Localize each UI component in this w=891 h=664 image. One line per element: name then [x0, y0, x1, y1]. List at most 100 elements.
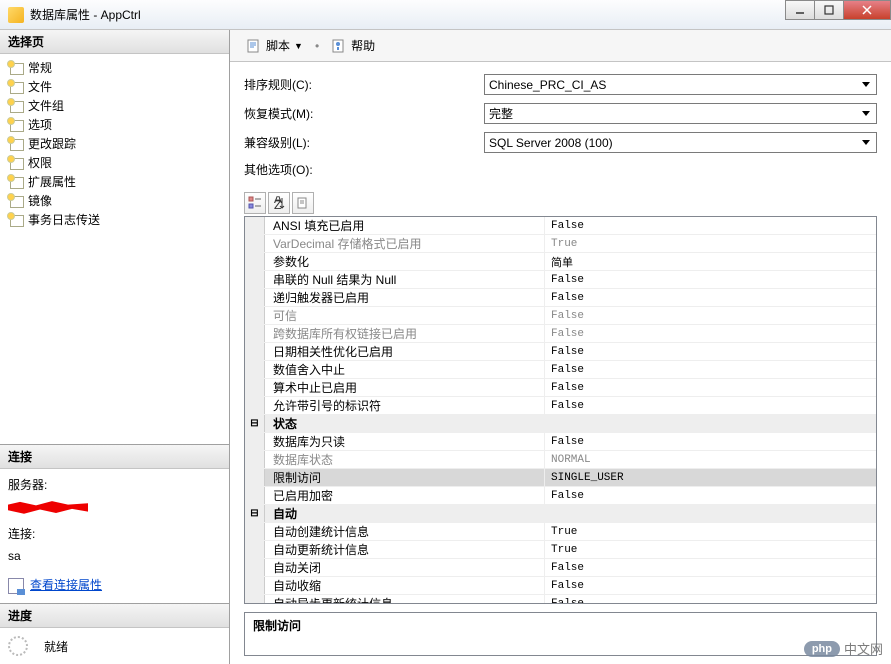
app-icon	[8, 7, 24, 23]
prop-value[interactable]: SINGLE_USER	[545, 469, 876, 486]
grid-row[interactable]: 串联的 Null 结果为 NullFalse	[245, 271, 876, 289]
prop-value[interactable]: False	[545, 289, 876, 306]
grid-category[interactable]: ⊟自动	[245, 505, 876, 523]
maximize-button[interactable]	[814, 0, 844, 20]
nav-item-mirroring[interactable]: 镜像	[0, 191, 229, 210]
categorized-button[interactable]	[244, 192, 266, 214]
prop-value[interactable]: True	[545, 541, 876, 558]
right-panel: 脚本 ▼ • 帮助 排序规则(C): Chinese_PRC_CI_AS 恢复模…	[230, 30, 891, 664]
grid-row[interactable]: 数据库为只读False	[245, 433, 876, 451]
prop-name: 自动	[265, 505, 545, 522]
property-pages-button[interactable]	[292, 192, 314, 214]
grid-row[interactable]: 可信False	[245, 307, 876, 325]
nav-item-logshipping[interactable]: 事务日志传送	[0, 210, 229, 229]
grid-row[interactable]: 日期相关性优化已启用False	[245, 343, 876, 361]
prop-value[interactable]: False	[545, 343, 876, 360]
compat-label: 兼容级别(L):	[244, 134, 484, 151]
prop-value[interactable]: NORMAL	[545, 451, 876, 468]
grid-row[interactable]: 自动关闭False	[245, 559, 876, 577]
compat-select[interactable]: SQL Server 2008 (100)	[484, 132, 877, 153]
nav-item-general[interactable]: 常规	[0, 58, 229, 77]
expand-toggle-icon	[245, 325, 265, 342]
script-button[interactable]: 脚本 ▼	[240, 35, 309, 56]
grid-row[interactable]: ANSI 填充已启用False	[245, 217, 876, 235]
recovery-select[interactable]: 完整	[484, 103, 877, 124]
prop-value[interactable]: False	[545, 325, 876, 342]
prop-value[interactable]: False	[545, 595, 876, 604]
expand-toggle-icon	[245, 577, 265, 594]
prop-value[interactable]: True	[545, 235, 876, 252]
server-label: 服务器:	[8, 475, 221, 497]
properties-icon	[8, 578, 24, 594]
expand-toggle-icon[interactable]: ⊟	[245, 505, 265, 522]
help-button[interactable]: 帮助	[325, 35, 381, 56]
expand-toggle-icon	[245, 469, 265, 486]
collation-label: 排序规则(C):	[244, 76, 484, 93]
prop-value[interactable]: False	[545, 577, 876, 594]
spinner-icon	[8, 636, 28, 656]
nav-item-extendedprops[interactable]: 扩展属性	[0, 172, 229, 191]
prop-name: 递归触发器已启用	[265, 289, 545, 306]
prop-name: 数值舍入中止	[265, 361, 545, 378]
nav-item-options[interactable]: 选项	[0, 115, 229, 134]
window-title: 数据库属性 - AppCtrl	[30, 6, 141, 23]
prop-value[interactable]: 简单	[545, 253, 876, 270]
watermark-badge: php	[804, 641, 840, 657]
grid-row[interactable]: 自动创建统计信息True	[245, 523, 876, 541]
grid-row[interactable]: 自动收缩False	[245, 577, 876, 595]
grid-row[interactable]: 已启用加密False	[245, 487, 876, 505]
nav-item-files[interactable]: 文件	[0, 77, 229, 96]
prop-name: 状态	[265, 415, 545, 432]
collation-select[interactable]: Chinese_PRC_CI_AS	[484, 74, 877, 95]
grid-row[interactable]: 自动异步更新统计信息False	[245, 595, 876, 604]
prop-name: 参数化	[265, 253, 545, 270]
help-icon	[331, 38, 347, 54]
prop-value[interactable]: False	[545, 307, 876, 324]
grid-row[interactable]: 数据库状态NORMAL	[245, 451, 876, 469]
expand-toggle-icon	[245, 217, 265, 234]
grid-row[interactable]: 递归触发器已启用False	[245, 289, 876, 307]
prop-name: 跨数据库所有权链接已启用	[265, 325, 545, 342]
page-icon	[8, 156, 24, 170]
prop-name: 自动收缩	[265, 577, 545, 594]
grid-row[interactable]: VarDecimal 存储格式已启用True	[245, 235, 876, 253]
view-conn-props[interactable]: 查看连接属性	[8, 575, 221, 597]
prop-value[interactable]: False	[545, 433, 876, 450]
prop-value[interactable]: False	[545, 217, 876, 234]
page-icon	[8, 80, 24, 94]
grid-category[interactable]: ⊟状态	[245, 415, 876, 433]
page-icon	[8, 194, 24, 208]
prop-value[interactable]: True	[545, 523, 876, 540]
expand-toggle-icon[interactable]: ⊟	[245, 415, 265, 432]
server-value	[8, 497, 221, 519]
nav-label: 文件组	[28, 97, 64, 114]
grid-row[interactable]: 限制访问SINGLE_USER	[245, 469, 876, 487]
view-conn-props-link[interactable]: 查看连接属性	[30, 575, 102, 597]
nav-item-filegroups[interactable]: 文件组	[0, 96, 229, 115]
property-grid[interactable]: ANSI 填充已启用FalseVarDecimal 存储格式已启用True参数化…	[244, 216, 877, 604]
nav-item-changetracking[interactable]: 更改跟踪	[0, 134, 229, 153]
prop-name: 可信	[265, 307, 545, 324]
script-icon	[246, 38, 262, 54]
nav-item-permissions[interactable]: 权限	[0, 153, 229, 172]
grid-row[interactable]: 自动更新统计信息True	[245, 541, 876, 559]
alphabetical-button[interactable]: AZ	[268, 192, 290, 214]
prop-value	[545, 505, 876, 522]
prop-value[interactable]: False	[545, 559, 876, 576]
minimize-button[interactable]	[785, 0, 815, 20]
prop-value[interactable]: False	[545, 271, 876, 288]
grid-row[interactable]: 数值舍入中止False	[245, 361, 876, 379]
expand-toggle-icon	[245, 361, 265, 378]
prop-value[interactable]: False	[545, 397, 876, 414]
prop-value[interactable]: False	[545, 379, 876, 396]
expand-toggle-icon	[245, 235, 265, 252]
script-label: 脚本	[266, 37, 290, 54]
close-button[interactable]	[843, 0, 891, 20]
grid-row[interactable]: 跨数据库所有权链接已启用False	[245, 325, 876, 343]
grid-row[interactable]: 算术中止已启用False	[245, 379, 876, 397]
grid-row[interactable]: 参数化简单	[245, 253, 876, 271]
page-icon	[8, 175, 24, 189]
grid-row[interactable]: 允许带引号的标识符False	[245, 397, 876, 415]
prop-value[interactable]: False	[545, 487, 876, 504]
prop-value[interactable]: False	[545, 361, 876, 378]
